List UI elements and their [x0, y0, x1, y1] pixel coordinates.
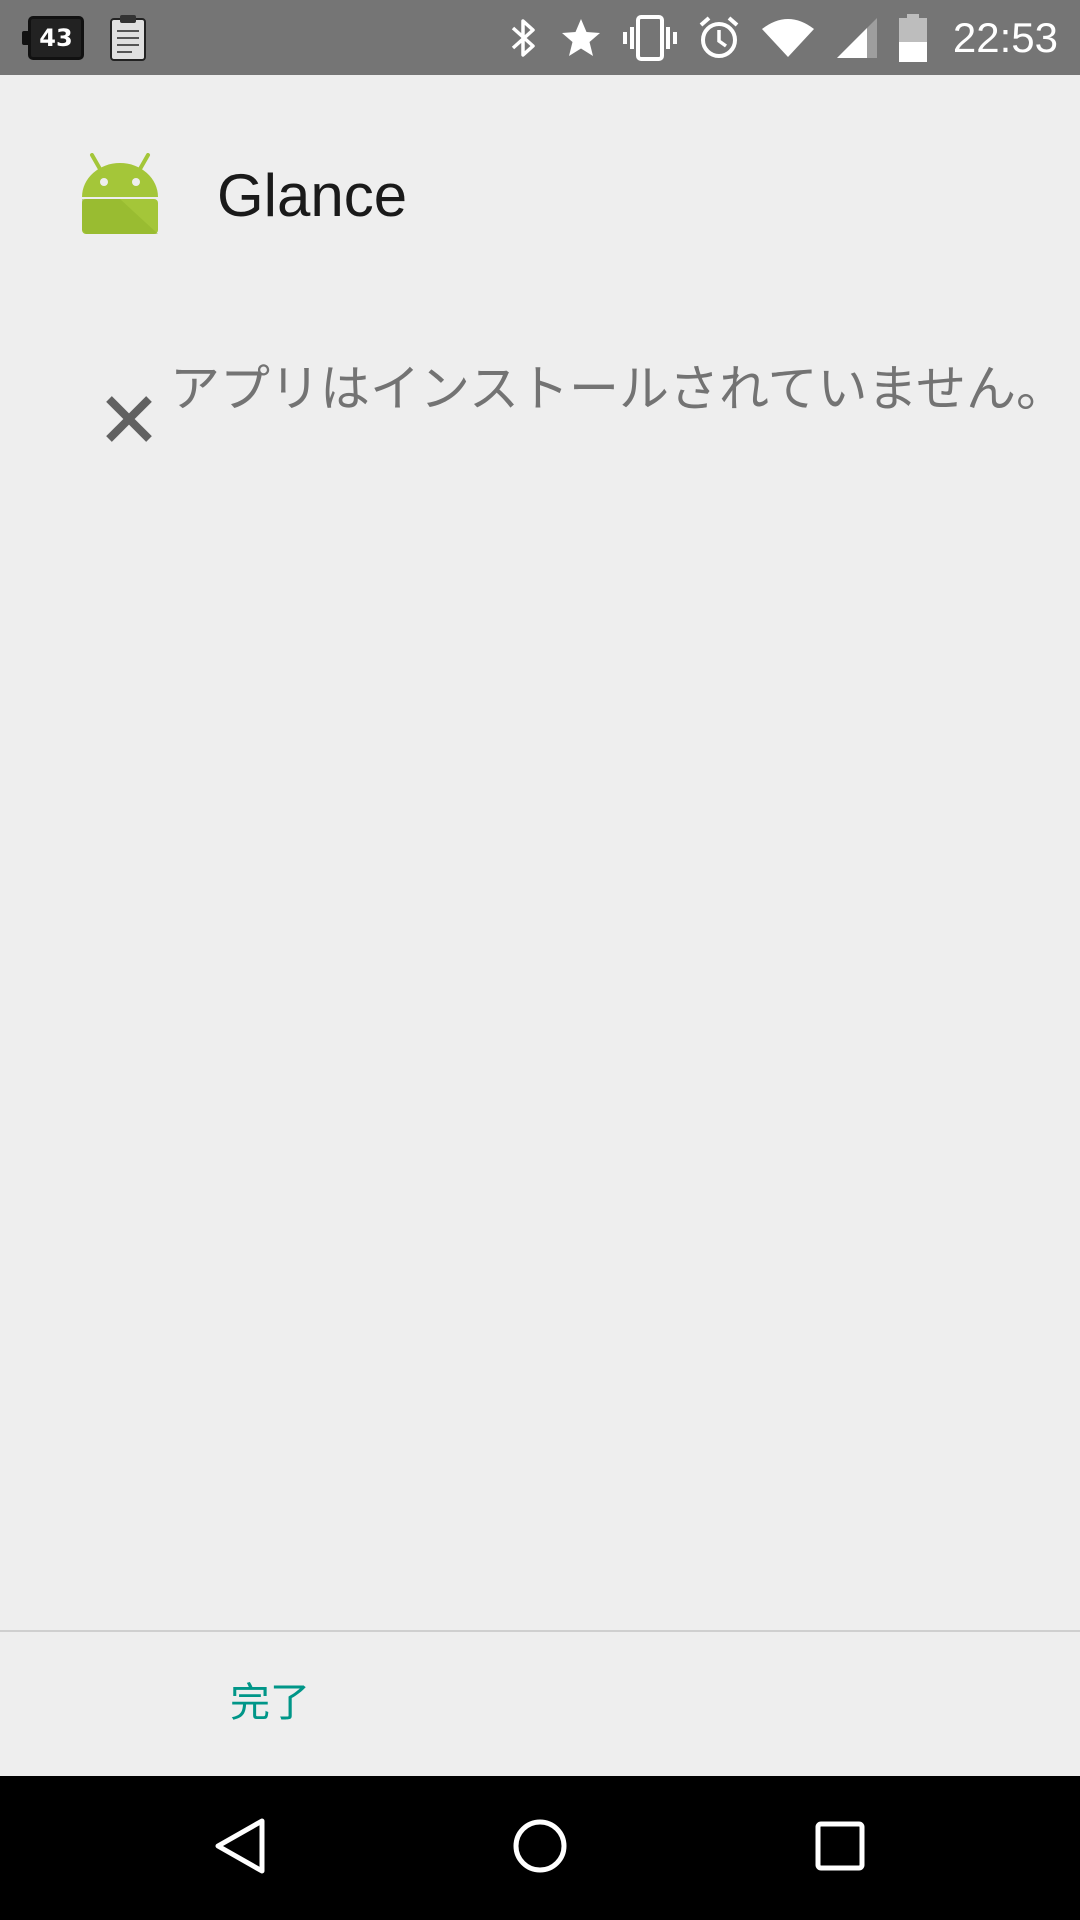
alarm-icon — [697, 15, 741, 61]
clipboard-icon — [108, 14, 148, 62]
status-bar-notifications: 43 — [22, 12, 148, 64]
bluetooth-icon — [509, 16, 539, 60]
navigation-bar — [0, 1776, 1080, 1920]
install-result-message: アプリはインストールされていません。 — [170, 360, 1066, 418]
app-installer-screen: 43 22:53 Glance アプリはインストールされていません。 完了 — [0, 0, 1080, 1920]
status-bar-system-icons: 22:53 — [509, 10, 1058, 66]
button-bar: 完了 — [0, 1632, 1080, 1776]
status-bar: 43 22:53 — [0, 0, 1080, 75]
close-icon — [104, 394, 154, 448]
star-icon — [559, 16, 603, 60]
back-icon — [212, 1816, 268, 1880]
cell-signal-icon — [835, 16, 879, 60]
battery-icon — [898, 14, 927, 62]
notification-count-icon: 43 — [22, 16, 84, 60]
app-name: Glance — [217, 162, 408, 229]
recents-button[interactable] — [790, 1798, 890, 1898]
wifi-icon — [761, 17, 815, 59]
back-button[interactable] — [190, 1798, 290, 1898]
android-robot-icon — [80, 153, 160, 241]
done-button[interactable]: 完了 — [170, 1658, 370, 1748]
status-bar-clock: 22:53 — [952, 14, 1058, 61]
app-header: Glance — [0, 75, 1080, 315]
vibrate-icon — [622, 15, 677, 61]
home-button[interactable] — [490, 1798, 590, 1898]
home-icon — [512, 1818, 568, 1878]
recents-icon — [814, 1820, 866, 1876]
